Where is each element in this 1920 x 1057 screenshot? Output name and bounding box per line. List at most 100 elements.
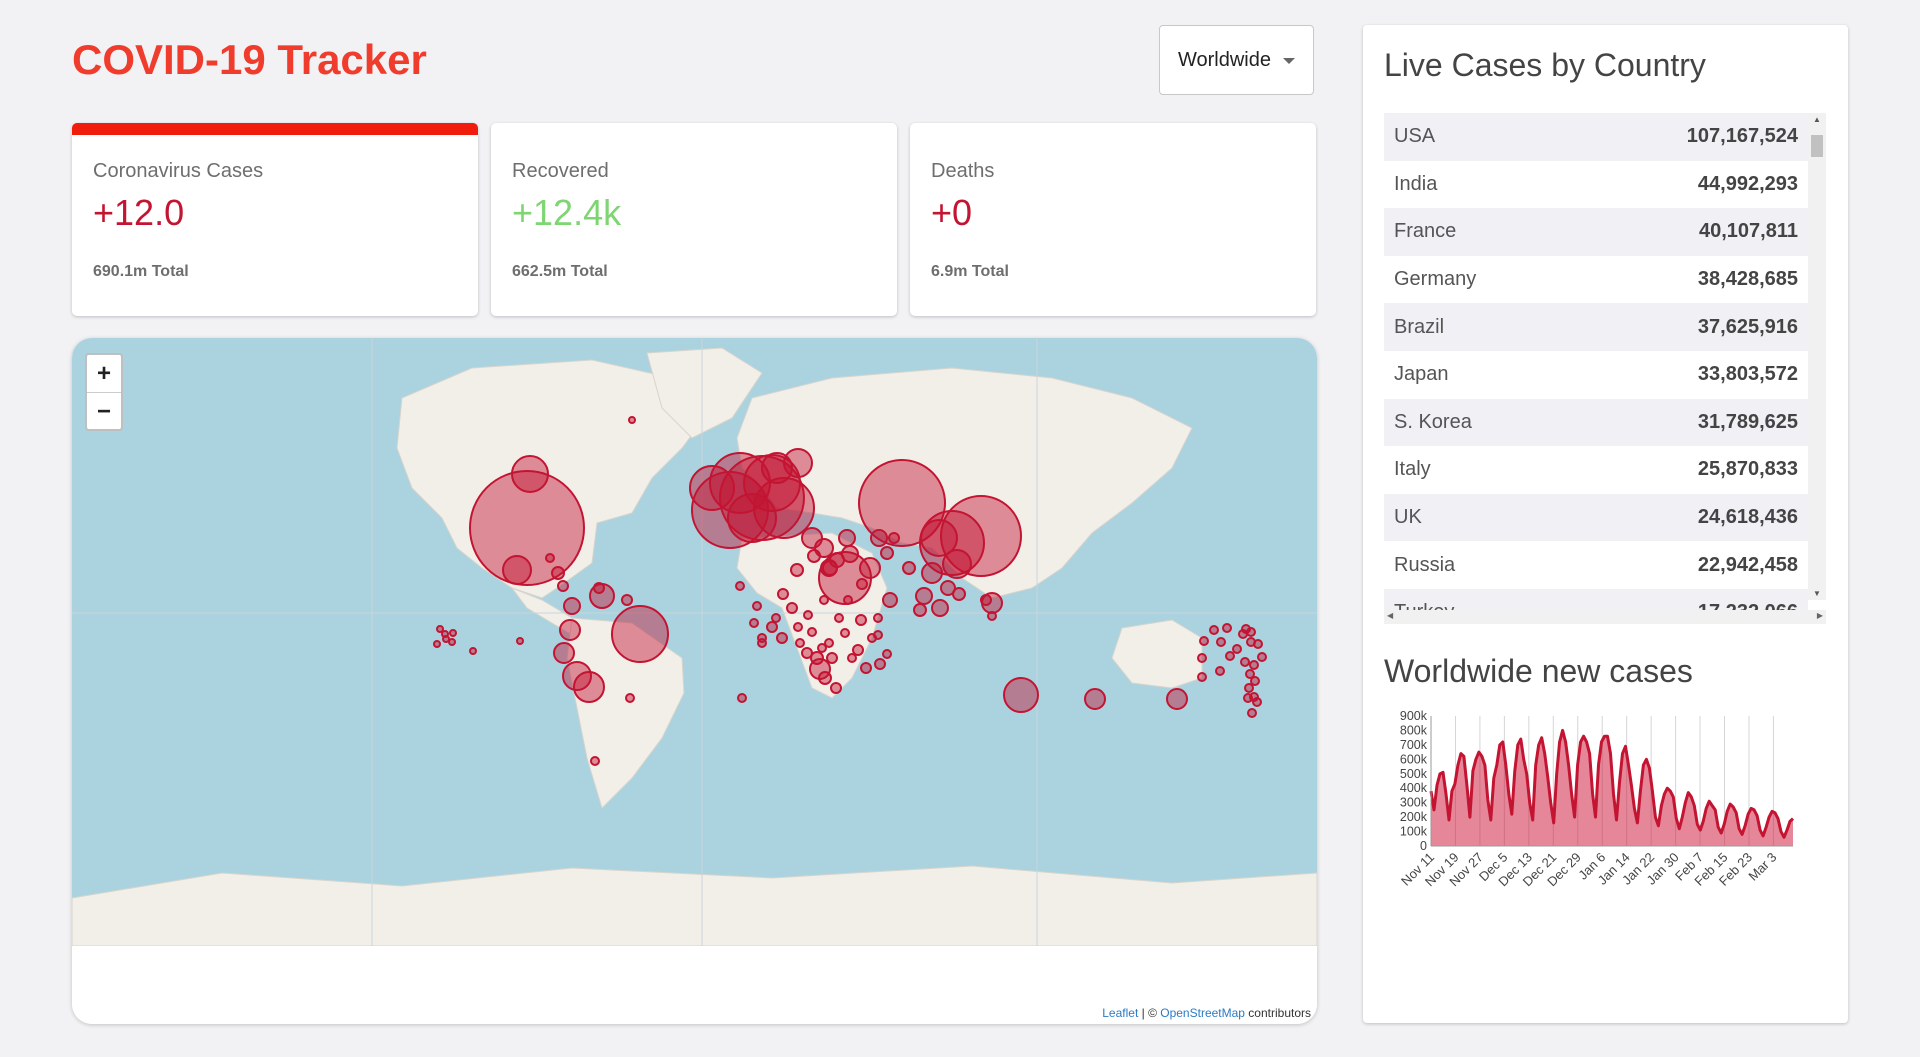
case-circle[interactable] [921,562,943,584]
scroll-left-arrow-icon[interactable]: ◀ [1387,611,1393,620]
case-circle[interactable] [931,599,949,617]
case-circle[interactable] [840,628,850,638]
case-circle[interactable] [852,644,864,656]
case-circle[interactable] [1197,672,1207,682]
case-circle[interactable] [573,671,605,703]
case-circle[interactable] [628,416,636,424]
case-circle[interactable] [727,493,777,543]
case-circle[interactable] [803,610,813,620]
case-circle[interactable] [559,619,581,641]
cases-card[interactable]: Coronavirus Cases +12.0 690.1m Total [72,123,478,316]
case-circle[interactable] [819,595,829,605]
case-circle[interactable] [1244,683,1254,693]
country-select-dropdown[interactable]: Worldwide [1159,25,1314,95]
case-circle[interactable] [940,495,1022,577]
case-circle[interactable] [793,622,803,632]
case-circle[interactable] [776,632,788,644]
horizontal-scrollbar[interactable]: ◀ ▶ [1384,610,1826,624]
case-circle[interactable] [1222,623,1232,633]
case-circle[interactable] [860,662,872,674]
case-circle[interactable] [882,649,892,659]
case-circle[interactable] [1209,625,1219,635]
case-circle[interactable] [1216,637,1226,647]
case-circle[interactable] [1232,644,1242,654]
case-circle[interactable] [553,642,575,664]
case-circle[interactable] [469,647,477,655]
case-circle[interactable] [818,671,832,685]
case-circle[interactable] [807,549,821,563]
case-circle[interactable] [801,647,813,659]
case-circle[interactable] [843,595,853,605]
scroll-right-arrow-icon[interactable]: ▶ [1817,611,1823,620]
case-circle[interactable] [817,643,827,653]
case-circle[interactable] [786,602,798,614]
case-circle[interactable] [913,603,927,617]
case-circle[interactable] [1246,627,1256,637]
case-circle[interactable] [625,693,635,703]
case-circle[interactable] [442,635,450,643]
case-circle[interactable] [761,452,793,484]
case-circle[interactable] [830,682,842,694]
case-circle[interactable] [621,594,633,606]
case-circle[interactable] [790,563,804,577]
case-circle[interactable] [838,529,856,547]
case-circle[interactable] [1247,708,1257,718]
case-circle[interactable] [873,630,883,640]
leaflet-link[interactable]: Leaflet [1102,1006,1138,1020]
case-circle[interactable] [1084,688,1106,710]
case-circle[interactable] [449,629,457,637]
case-circle[interactable] [1249,660,1259,670]
zoom-out-button[interactable]: − [87,393,121,429]
case-circle[interactable] [551,566,565,580]
case-circle[interactable] [593,582,605,594]
case-circle[interactable] [834,613,844,623]
case-circle[interactable] [952,587,966,601]
case-circle[interactable] [611,605,669,663]
case-circle[interactable] [557,580,569,592]
osm-link[interactable]: OpenStreetMap [1160,1006,1245,1020]
map-canvas[interactable] [72,338,1317,1024]
case-circle[interactable] [1199,636,1209,646]
case-circle[interactable] [777,588,789,600]
case-circle[interactable] [1238,629,1248,639]
case-circle[interactable] [737,693,747,703]
world-map[interactable]: + − Leaflet | © OpenStreetMap contributo… [72,338,1317,1024]
case-circle[interactable] [807,627,817,637]
case-circle[interactable] [795,638,805,648]
case-circle[interactable] [981,592,1003,614]
case-circle[interactable] [1240,657,1250,667]
scrollbar-thumb[interactable] [1811,135,1823,157]
case-circle[interactable] [902,561,916,575]
case-circle[interactable] [590,756,600,766]
case-circle[interactable] [882,592,898,608]
case-circle[interactable] [563,597,581,615]
case-circle[interactable] [749,618,759,628]
case-circle[interactable] [448,638,456,646]
case-circle[interactable] [735,581,745,591]
case-circle[interactable] [516,637,524,645]
case-circle[interactable] [847,653,857,663]
vertical-scrollbar[interactable]: ▲ ▼ [1808,113,1826,600]
case-circle[interactable] [855,614,867,626]
case-circle[interactable] [757,638,767,648]
case-circle[interactable] [1243,693,1253,703]
case-circle[interactable] [545,553,555,563]
case-circle[interactable] [1215,666,1225,676]
case-circle[interactable] [1197,653,1207,663]
case-circle[interactable] [502,555,532,585]
case-circle[interactable] [1225,651,1235,661]
case-circle[interactable] [511,455,549,493]
case-circle[interactable] [1252,697,1262,707]
case-circle[interactable] [874,658,886,670]
case-circle[interactable] [880,546,894,560]
scroll-up-arrow-icon[interactable]: ▲ [1813,115,1821,124]
case-circle[interactable] [433,640,441,648]
case-circle[interactable] [1253,639,1263,649]
case-circle[interactable] [771,613,781,623]
case-circle[interactable] [766,621,778,633]
case-circle[interactable] [915,587,933,605]
deaths-card[interactable]: Deaths +0 6.9m Total [910,123,1316,316]
case-circle[interactable] [752,601,762,611]
case-circle[interactable] [1003,677,1039,713]
case-circle[interactable] [1257,652,1267,662]
